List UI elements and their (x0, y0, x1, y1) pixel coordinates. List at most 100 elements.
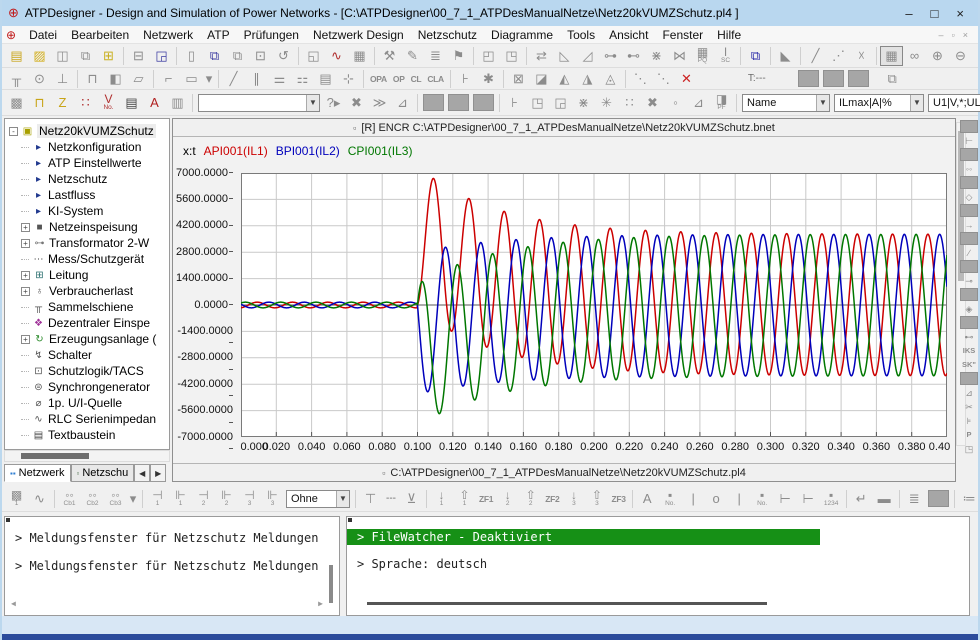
tab-netzwerk[interactable]: ▪▪ Netzwerk (4, 464, 71, 482)
tree-item-synchrongenerator[interactable]: ⊜Synchrongenerator (9, 379, 169, 395)
delete-branch[interactable]: ⋇ (645, 46, 668, 66)
fast-forward[interactable]: ≫ (368, 93, 391, 113)
branch-input[interactable]: ⊶ (599, 46, 622, 66)
distance-2[interactable]: ⊢ (797, 489, 820, 509)
tower[interactable]: ⊤ (359, 489, 382, 509)
polygon-select[interactable]: ▱ (127, 69, 150, 89)
fault-l3e[interactable]: ⊩3 (261, 489, 284, 509)
side-p[interactable]: P (960, 428, 978, 441)
scroll-right-arrow-icon[interactable]: ▶ (318, 599, 323, 608)
view-box-1[interactable] (423, 94, 444, 111)
side-block-9[interactable] (960, 372, 978, 385)
side-node-pair[interactable]: ◦◦ (960, 162, 978, 175)
menu-item-ansicht[interactable]: Ansicht (602, 28, 655, 42)
console-right-hscrollbar[interactable] (367, 602, 767, 605)
zoom-in[interactable]: ⊕ (926, 46, 949, 66)
star-point[interactable]: ✱ (477, 69, 500, 89)
side-tap[interactable]: ⊸ (960, 274, 978, 287)
minimize-button[interactable]: – (905, 6, 912, 21)
open-network[interactable]: ▨ (28, 46, 51, 66)
trip-zone-2[interactable]: ↓2 (496, 489, 519, 509)
menu-item-netzschutz[interactable]: Netzschutz (411, 28, 484, 42)
lock[interactable]: ⊠ (507, 69, 530, 89)
component-list[interactable]: ≣ (424, 46, 447, 66)
pattern-one[interactable]: ▩1 (5, 489, 28, 509)
zero-marker[interactable]: o (705, 489, 728, 509)
numbering[interactable]: ▪1234 (820, 489, 843, 509)
three-phase[interactable]: ⚏ (291, 69, 314, 89)
tree-item-erzeugungsanlage[interactable]: +↻Erzeugungsanlage ( (9, 331, 169, 347)
select-dropdown[interactable]: ▾ (203, 69, 215, 89)
delete-x[interactable]: ✖ (641, 93, 664, 113)
undo[interactable]: ↺ (272, 46, 295, 66)
menu-item-atp[interactable]: ATP (200, 28, 236, 42)
node-connect[interactable]: ⊓ (81, 69, 104, 89)
busbar-tool[interactable]: ╥ (5, 69, 28, 89)
tab-netzschutz[interactable]: ▫ Netzschu (71, 464, 135, 482)
menu-item-netzwerk[interactable]: Netzwerk (136, 28, 200, 42)
diagram-axes-2[interactable]: ◿ (576, 46, 599, 66)
tree-item-schutzlogik-tacs[interactable]: ⊡Schutzlogik/TACS (9, 363, 169, 379)
pi-section[interactable]: ▤ (314, 69, 337, 89)
short-circuit-current[interactable]: ISC (714, 46, 737, 66)
tree-item-netzkonfiguration[interactable]: ▸Netzkonfiguration (9, 139, 169, 155)
node-e[interactable]: ⊦ (503, 93, 526, 113)
solid-box[interactable] (928, 490, 949, 507)
view-box-3[interactable] (473, 94, 494, 111)
text-label[interactable]: A (636, 489, 659, 509)
side-block-6[interactable] (960, 260, 978, 273)
result-chart-1[interactable]: ◳ (526, 93, 549, 113)
side-sk[interactable]: SK" (960, 358, 978, 371)
zoom-out[interactable]: ⊖ (949, 46, 972, 66)
delete-line[interactable]: ☓ (850, 46, 873, 66)
diagram-curves[interactable]: ∿ (325, 46, 348, 66)
chevron-down-icon[interactable]: ▼ (816, 95, 829, 111)
help-run[interactable]: ?▸ (322, 93, 345, 113)
transformer-tool[interactable]: ⊙ (28, 69, 51, 89)
side-slash[interactable]: ∕ (960, 246, 978, 259)
side-arrow[interactable]: → (960, 218, 978, 231)
node-pair[interactable]: ∷ (618, 93, 641, 113)
no-signal[interactable]: ⊿ (391, 93, 414, 113)
fault-l3[interactable]: ⊣3 (238, 489, 261, 509)
marker-bar-1[interactable]: | (682, 489, 705, 509)
diagram-axes-1[interactable]: ◺ (553, 46, 576, 66)
side-line-marker[interactable]: ⊢ (960, 134, 978, 147)
diagram-window-header[interactable]: ▫ [R] ENCR C:\ATPDesigner\00_7_1_ATPDesM… (173, 119, 955, 137)
coupling[interactable]: ⚌ (268, 69, 291, 89)
junction[interactable]: ⊹ (337, 69, 360, 89)
breaker-cb3[interactable]: ◦◦Cb3 (104, 489, 127, 509)
tree-item-dezentraler-einspe[interactable]: ❖Dezentraler Einspe (9, 315, 169, 331)
menu-item-hilfe[interactable]: Hilfe (710, 28, 748, 42)
report-lines[interactable]: ≣ (903, 489, 926, 509)
fault-l1[interactable]: ⊣1 (146, 489, 169, 509)
chart-nr[interactable]: ⊿ (687, 93, 710, 113)
opa-mode[interactable]: OPA (367, 69, 390, 89)
node-right[interactable]: ◳ (500, 46, 523, 66)
branch-output[interactable]: ⊷ (622, 46, 645, 66)
label-a[interactable]: A (143, 93, 166, 113)
trip-zone-3[interactable]: ↓3 (562, 489, 585, 509)
menu-item-tools[interactable]: Tools (560, 28, 602, 42)
mdi-control-0[interactable]: – (939, 30, 944, 40)
breaker-cb1[interactable]: ◦◦Cb1 (58, 489, 81, 509)
tree-expand-icon[interactable]: + (21, 335, 30, 344)
signal-trace[interactable]: ⊓ (28, 93, 51, 113)
load-flow-pq[interactable]: ▦PQ (691, 46, 714, 66)
eraser[interactable]: ◪ (530, 69, 553, 89)
tree-root[interactable]: -▣Netz20kVUMZSchutz (9, 123, 169, 139)
tree-expand-icon[interactable]: + (21, 271, 30, 280)
marker-bar-2[interactable]: | (728, 489, 751, 509)
fault-l2[interactable]: ⊣2 (192, 489, 215, 509)
phase-a-box[interactable] (798, 70, 819, 87)
tree-item-netzschutz[interactable]: ▸Netzschutz (9, 171, 169, 187)
breaker-dropdown[interactable]: ▾ (127, 489, 139, 509)
current-display[interactable]: ILmax|A|%▼ (834, 94, 924, 112)
tower-delete[interactable]: ⊻ (400, 489, 423, 509)
fault-type[interactable]: Ohne▼ (286, 490, 350, 508)
tree-expand-icon[interactable]: + (21, 239, 30, 248)
node-number[interactable]: ▪No. (659, 489, 682, 509)
side-block-8[interactable] (960, 316, 978, 329)
component-frame[interactable]: ◧ (104, 69, 127, 89)
voltage-labels[interactable]: VNo. (97, 93, 120, 113)
